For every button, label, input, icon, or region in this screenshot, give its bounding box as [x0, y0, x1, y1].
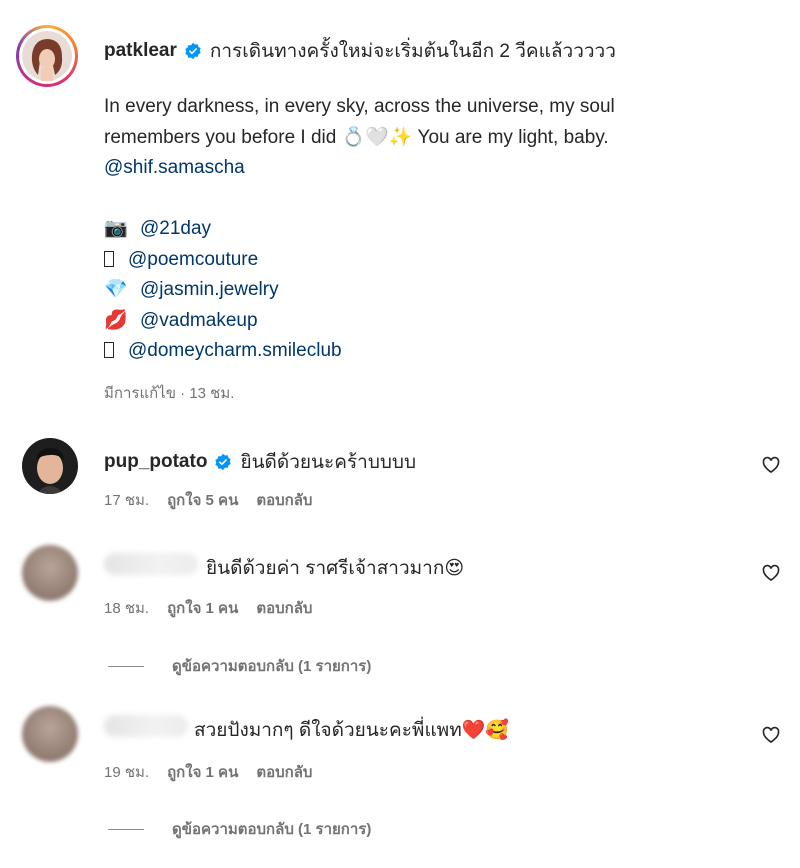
- post-author-avatar[interactable]: [16, 25, 78, 87]
- mention-link[interactable]: @jasmin.jewelry: [140, 279, 279, 300]
- avatar-image: [22, 438, 78, 494]
- missing-glyph-icon: [104, 342, 114, 358]
- mention-link[interactable]: @domeycharm.smileclub: [128, 340, 342, 361]
- verified-badge-icon: [185, 42, 201, 60]
- view-replies-label: ดูข้อความตอบกลับ (1 รายการ): [172, 658, 372, 675]
- commenter-avatar[interactable]: [22, 438, 78, 494]
- heart-icon[interactable]: [761, 455, 781, 475]
- divider-line: [108, 665, 144, 667]
- comment-username-blurred[interactable]: [104, 553, 198, 575]
- commenter-avatar[interactable]: [22, 706, 78, 762]
- credit-row: 📷 @21day: [104, 214, 784, 245]
- comment-text: ยินดีด้วยนะคร้าบบบบ: [240, 452, 417, 473]
- post-meta: มีการแก้ไข · 13 ชม.: [104, 385, 235, 402]
- lips-icon: 💋: [104, 309, 128, 331]
- reply-button[interactable]: ตอบกลับ: [256, 760, 312, 784]
- comment-time[interactable]: 17 ชม.: [104, 488, 149, 512]
- credit-row: @domeycharm.smileclub: [104, 336, 784, 367]
- camera-icon: 📷: [104, 218, 128, 239]
- caption-line: remembers you before I did 💍🤍✨ You are m…: [104, 126, 609, 148]
- credit-row: @poemcouture: [104, 245, 784, 276]
- view-replies-button[interactable]: ดูข้อความตอบกลับ (1 รายการ): [108, 654, 371, 678]
- comment-likes[interactable]: ถูกใจ 1 คน: [167, 760, 238, 784]
- comment-likes[interactable]: ถูกใจ 1 คน: [167, 596, 238, 620]
- mention-link[interactable]: @poemcouture: [128, 249, 258, 270]
- comment-username[interactable]: pup_potato: [104, 451, 207, 473]
- heart-icon[interactable]: [761, 563, 781, 583]
- caption-line: In every darkness, in every sky, across …: [104, 96, 615, 117]
- heart-icon[interactable]: [761, 725, 781, 745]
- view-replies-label: ดูข้อความตอบกลับ (1 รายการ): [172, 821, 372, 838]
- comment-username-blurred[interactable]: [104, 715, 188, 737]
- caption-first-line: การเดินทางครั้งใหม่จะเริ่มต้นในอีก 2 วีค…: [209, 41, 616, 62]
- view-replies-button[interactable]: ดูข้อความตอบกลับ (1 รายการ): [108, 817, 371, 841]
- comment-text: สวยปังมากๆ ดีใจด้วยนะคะพี่แพท❤️🥰: [194, 720, 510, 741]
- mention-link[interactable]: @shif.samascha: [104, 153, 784, 184]
- credit-row: 💎 @jasmin.jewelry: [104, 275, 784, 306]
- avatar-image: [22, 31, 72, 81]
- verified-badge-icon: [215, 453, 232, 471]
- credit-row: 💋 @vadmakeup: [104, 306, 784, 337]
- divider-line: [108, 828, 144, 830]
- mention-link[interactable]: @21day: [140, 218, 211, 239]
- gem-icon: 💎: [104, 279, 128, 300]
- commenter-avatar[interactable]: [22, 545, 78, 601]
- reply-button[interactable]: ตอบกลับ: [256, 488, 312, 512]
- post-caption: In every darkness, in every sky, across …: [104, 92, 784, 367]
- comment-text: ยินดีด้วยค่า ราศรีเจ้าสาวมาก😍: [206, 558, 465, 579]
- comment-likes[interactable]: ถูกใจ 5 คน: [167, 488, 238, 512]
- comment-time[interactable]: 18 ชม.: [104, 596, 149, 620]
- comment-time[interactable]: 19 ชม.: [104, 760, 149, 784]
- missing-glyph-icon: [104, 250, 114, 267]
- mention-link[interactable]: @vadmakeup: [140, 310, 258, 331]
- post-username[interactable]: patklear: [104, 40, 177, 62]
- reply-button[interactable]: ตอบกลับ: [256, 596, 312, 620]
